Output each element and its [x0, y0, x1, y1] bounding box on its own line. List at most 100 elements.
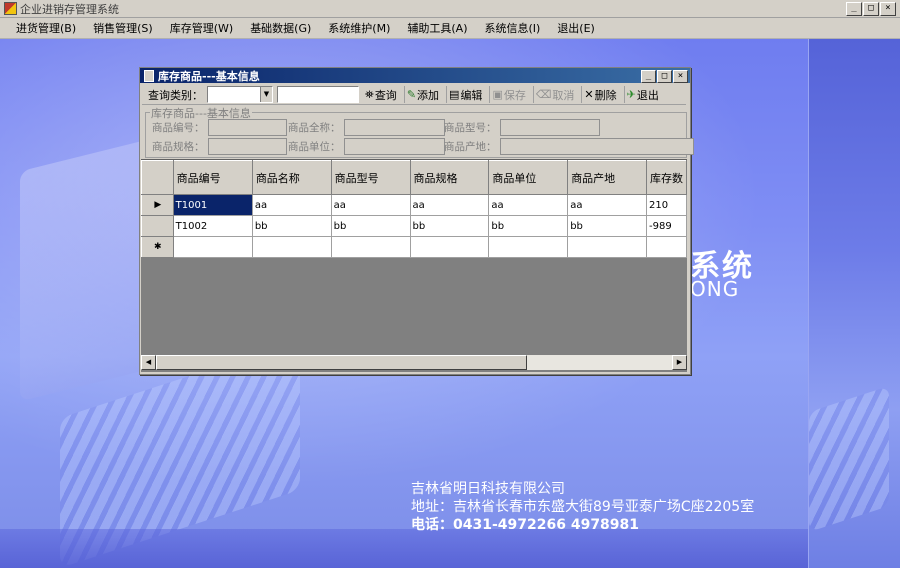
app-titlebar: 企业进销存管理系统 _ □ × [0, 0, 900, 18]
table-cell[interactable]: 210 [646, 194, 687, 216]
product-fullname-input[interactable] [343, 119, 445, 136]
edit-button[interactable]: ▤ 编辑 [446, 86, 485, 103]
menu-purchase[interactable]: 进货管理(B) [0, 20, 84, 36]
table-cell[interactable]: aa [567, 194, 648, 216]
table-cell[interactable]: bb [330, 215, 411, 237]
add-button-label: 添加 [417, 88, 440, 102]
column-header[interactable]: 商品规格 [409, 160, 490, 195]
cancel-icon: ⌫ [535, 88, 552, 101]
scroll-left-button[interactable]: ◀ [141, 355, 156, 370]
column-header[interactable]: 商品单位 [488, 160, 569, 195]
inventory-window-title: 库存商品---基本信息 [158, 69, 260, 83]
child-minimize-button[interactable]: _ [641, 70, 656, 83]
column-header[interactable]: 商品名称 [251, 160, 332, 195]
column-header[interactable]: 商品编号 [172, 160, 253, 195]
product-unit-input[interactable] [343, 138, 445, 155]
table-cell[interactable]: T1002 [172, 215, 253, 237]
table-cell[interactable]: bb [409, 215, 490, 237]
inventory-datagrid[interactable]: 商品编号 商品名称 商品型号 商品规格 商品单位 商品产地 库存数 ▶ T100… [141, 159, 687, 372]
table-row[interactable]: ▶ T1001 aa aa aa aa aa 210 [141, 194, 687, 216]
menu-tools[interactable]: 辅助工具(A) [398, 20, 475, 36]
field-product-origin: 商品产地： [444, 138, 694, 155]
column-header[interactable]: 商品型号 [330, 160, 411, 195]
table-cell[interactable]: T1001 [172, 194, 253, 216]
table-cell[interactable]: aa [330, 194, 411, 216]
company-info: 吉林省明日科技有限公司 地址：吉林省长春市东盛大街89号亚泰广场C座2205室 … [411, 480, 754, 534]
child-close-button[interactable]: × [673, 70, 688, 83]
table-cell[interactable]: aa [488, 194, 569, 216]
brand-subtitle: ONG [690, 277, 740, 301]
column-header[interactable]: 库存数 [646, 160, 687, 195]
delete-icon: ✕ [584, 88, 594, 101]
binoculars-icon: ⛯ [365, 87, 374, 101]
scroll-thumb[interactable] [156, 355, 527, 370]
header-row: 商品编号 商品名称 商品型号 商品规格 商品单位 商品产地 库存数 [141, 160, 687, 195]
table-cell[interactable] [251, 236, 332, 258]
menu-maintenance[interactable]: 系统维护(M) [319, 20, 398, 36]
table-cell[interactable] [567, 236, 648, 258]
table-cell[interactable]: aa [251, 194, 332, 216]
scroll-right-button[interactable]: ▶ [672, 355, 687, 370]
table-cell[interactable] [646, 236, 687, 258]
menu-inventory[interactable]: 库存管理(W) [161, 20, 241, 36]
dropdown-arrow-icon[interactable]: ▼ [260, 87, 272, 102]
save-button[interactable]: ▣ 保存 [489, 86, 528, 103]
query-button-label: 查询 [374, 88, 397, 102]
right-band [808, 39, 900, 568]
field-label: 商品编号： [152, 122, 205, 134]
minimize-button[interactable]: _ [846, 2, 862, 16]
query-button[interactable]: ⛯ 查询 [363, 86, 400, 103]
table-cell[interactable] [330, 236, 411, 258]
new-row-asterisk-icon[interactable]: ✱ [141, 236, 174, 258]
column-header[interactable]: 商品产地 [567, 160, 648, 195]
close-button[interactable]: × [880, 2, 896, 16]
save-button-label: 保存 [503, 88, 526, 102]
maximize-button[interactable]: □ [863, 2, 879, 16]
table-cell[interactable]: bb [251, 215, 332, 237]
current-row-indicator-icon[interactable]: ▶ [141, 194, 174, 216]
company-name: 吉林省明日科技有限公司 [411, 481, 565, 497]
toolbar: 查询类别： ▼ ⛯ 查询 ✎ 添加 ▤ 编辑 ▣ 保存 ⌫ 取消 ✕ 删除 ✈ … [142, 85, 686, 105]
table-cell[interactable]: bb [488, 215, 569, 237]
add-button[interactable]: ✎ 添加 [403, 86, 442, 103]
table-cell[interactable] [488, 236, 569, 258]
field-product-model: 商品型号： [444, 119, 600, 136]
inventory-window-titlebar[interactable]: 库存商品---基本信息 _ □ × [140, 68, 690, 83]
new-row[interactable]: ✱ [141, 236, 687, 258]
product-model-input[interactable] [499, 119, 600, 136]
child-window-controls: _ □ × [641, 70, 688, 83]
field-label: 商品型号： [444, 122, 497, 134]
basic-info-groupbox: 库存商品---基本信息 商品编号： 商品全称： 商品型号： 商品规格： 商品单位… [145, 105, 694, 158]
query-text-input[interactable] [277, 86, 359, 103]
menu-exit[interactable]: 退出(E) [548, 20, 603, 36]
cancel-button[interactable]: ⌫ 取消 [532, 86, 578, 103]
child-maximize-button[interactable]: □ [657, 70, 672, 83]
inventory-window: 库存商品---基本信息 _ □ × 查询类别： ▼ ⛯ 查询 ✎ 添加 ▤ 编辑… [139, 67, 694, 375]
table-cell[interactable]: bb [567, 215, 648, 237]
delete-button[interactable]: ✕ 删除 [581, 86, 619, 103]
table-cell[interactable] [172, 236, 253, 258]
query-category-select[interactable]: ▼ [207, 86, 273, 103]
table-cell[interactable]: aa [409, 194, 490, 216]
product-spec-input[interactable] [207, 138, 287, 155]
table-cell[interactable]: -989 [646, 215, 687, 237]
product-code-input[interactable] [207, 119, 287, 136]
inventory-table: 商品编号 商品名称 商品型号 商品规格 商品单位 商品产地 库存数 ▶ T100… [141, 160, 687, 258]
row-header[interactable] [141, 215, 174, 237]
app-icon [4, 2, 17, 15]
table-row[interactable]: T1002 bb bb bb bb bb -989 [141, 215, 687, 237]
menu-base-data[interactable]: 基础数据(G) [241, 20, 319, 36]
company-phone: 电话：0431-4972266 4978981 [411, 517, 640, 533]
menu-system-info[interactable]: 系统信息(I) [475, 20, 548, 36]
field-product-spec: 商品规格： [152, 138, 287, 155]
exit-button[interactable]: ✈ 退出 [623, 86, 662, 103]
menu-sales[interactable]: 销售管理(S) [84, 20, 161, 36]
window-controls: _ □ × [846, 2, 896, 16]
cancel-button-label: 取消 [552, 88, 575, 102]
edit-button-label: 编辑 [460, 88, 483, 102]
horizontal-scrollbar[interactable]: ◀ ▶ [141, 355, 687, 370]
product-origin-input[interactable] [499, 138, 694, 155]
company-address: 地址：吉林省长春市东盛大街89号亚泰广场C座2205室 [411, 499, 755, 515]
table-cell[interactable] [409, 236, 490, 258]
edit-icon: ▤ [449, 88, 460, 101]
